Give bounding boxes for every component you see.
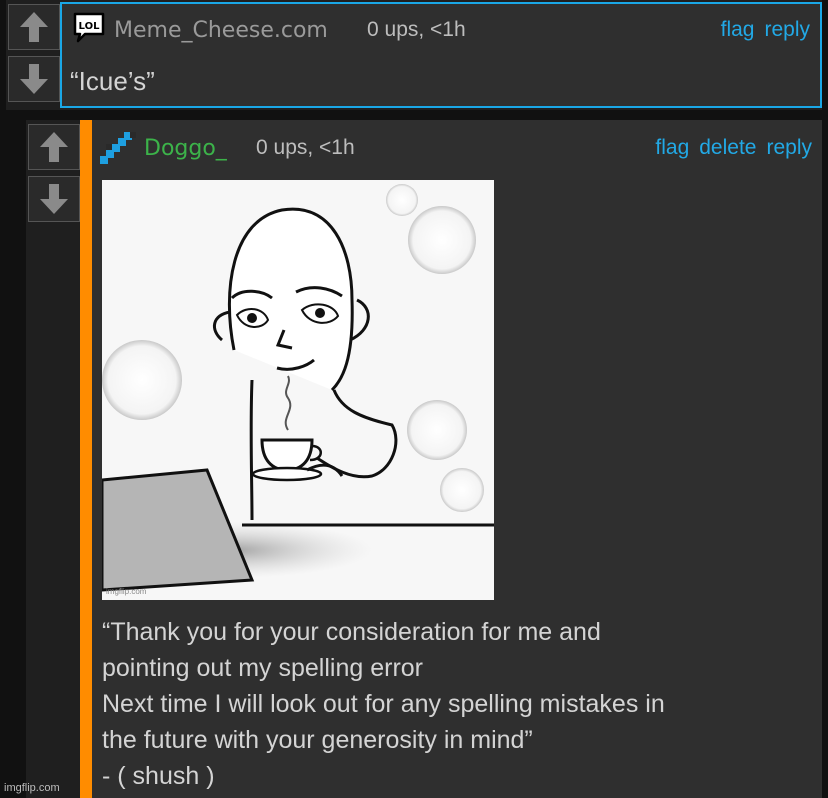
- sketch-drawing: [102, 180, 494, 600]
- lol-speech-bubble-icon: LOL: [72, 12, 106, 48]
- upvote-button[interactable]: [28, 124, 80, 170]
- username[interactable]: Meme_Cheese.com: [114, 18, 328, 43]
- arrow-down-icon: [40, 184, 68, 214]
- flag-link[interactable]: flag: [655, 136, 689, 160]
- downvote-button[interactable]: [28, 176, 80, 222]
- comment-body: Doggo_ 0 ups, <1h flag delete reply imgf…: [80, 120, 822, 798]
- pixel-diagonal-icon: [98, 130, 138, 170]
- ups-and-time: 0 ups, <1h: [256, 136, 355, 159]
- ups-and-time: 0 ups, <1h: [367, 18, 466, 41]
- downvote-button[interactable]: [8, 56, 60, 102]
- delete-link[interactable]: delete: [699, 136, 756, 160]
- vote-column: [6, 0, 62, 110]
- comment-body: LOL Meme_Cheese.com 0 ups, <1h flag repl…: [60, 2, 822, 108]
- comment-meme-cheese: LOL Meme_Cheese.com 0 ups, <1h flag repl…: [6, 0, 822, 110]
- meme-image[interactable]: imgflip.com: [102, 180, 494, 600]
- comment-text: “Thank you for your consideration for me…: [102, 618, 665, 790]
- reply-link[interactable]: reply: [764, 18, 810, 42]
- flag-link[interactable]: flag: [721, 18, 755, 42]
- comment-actions: flag delete reply: [655, 136, 812, 160]
- site-watermark: imgflip.com: [4, 782, 60, 794]
- comment-doggo: Doggo_ 0 ups, <1h flag delete reply imgf…: [26, 120, 822, 798]
- arrow-up-icon: [40, 132, 68, 162]
- comment-text: “Icue’s”: [70, 66, 155, 96]
- upvote-button[interactable]: [8, 4, 60, 50]
- reply-link[interactable]: reply: [766, 136, 812, 160]
- vote-column: [26, 120, 82, 798]
- arrow-up-icon: [20, 12, 48, 42]
- svg-text:LOL: LOL: [79, 21, 101, 32]
- image-watermark: imgflip.com: [106, 587, 147, 596]
- username[interactable]: Doggo_: [144, 136, 227, 161]
- comment-actions: flag reply: [721, 18, 810, 42]
- arrow-down-icon: [20, 64, 48, 94]
